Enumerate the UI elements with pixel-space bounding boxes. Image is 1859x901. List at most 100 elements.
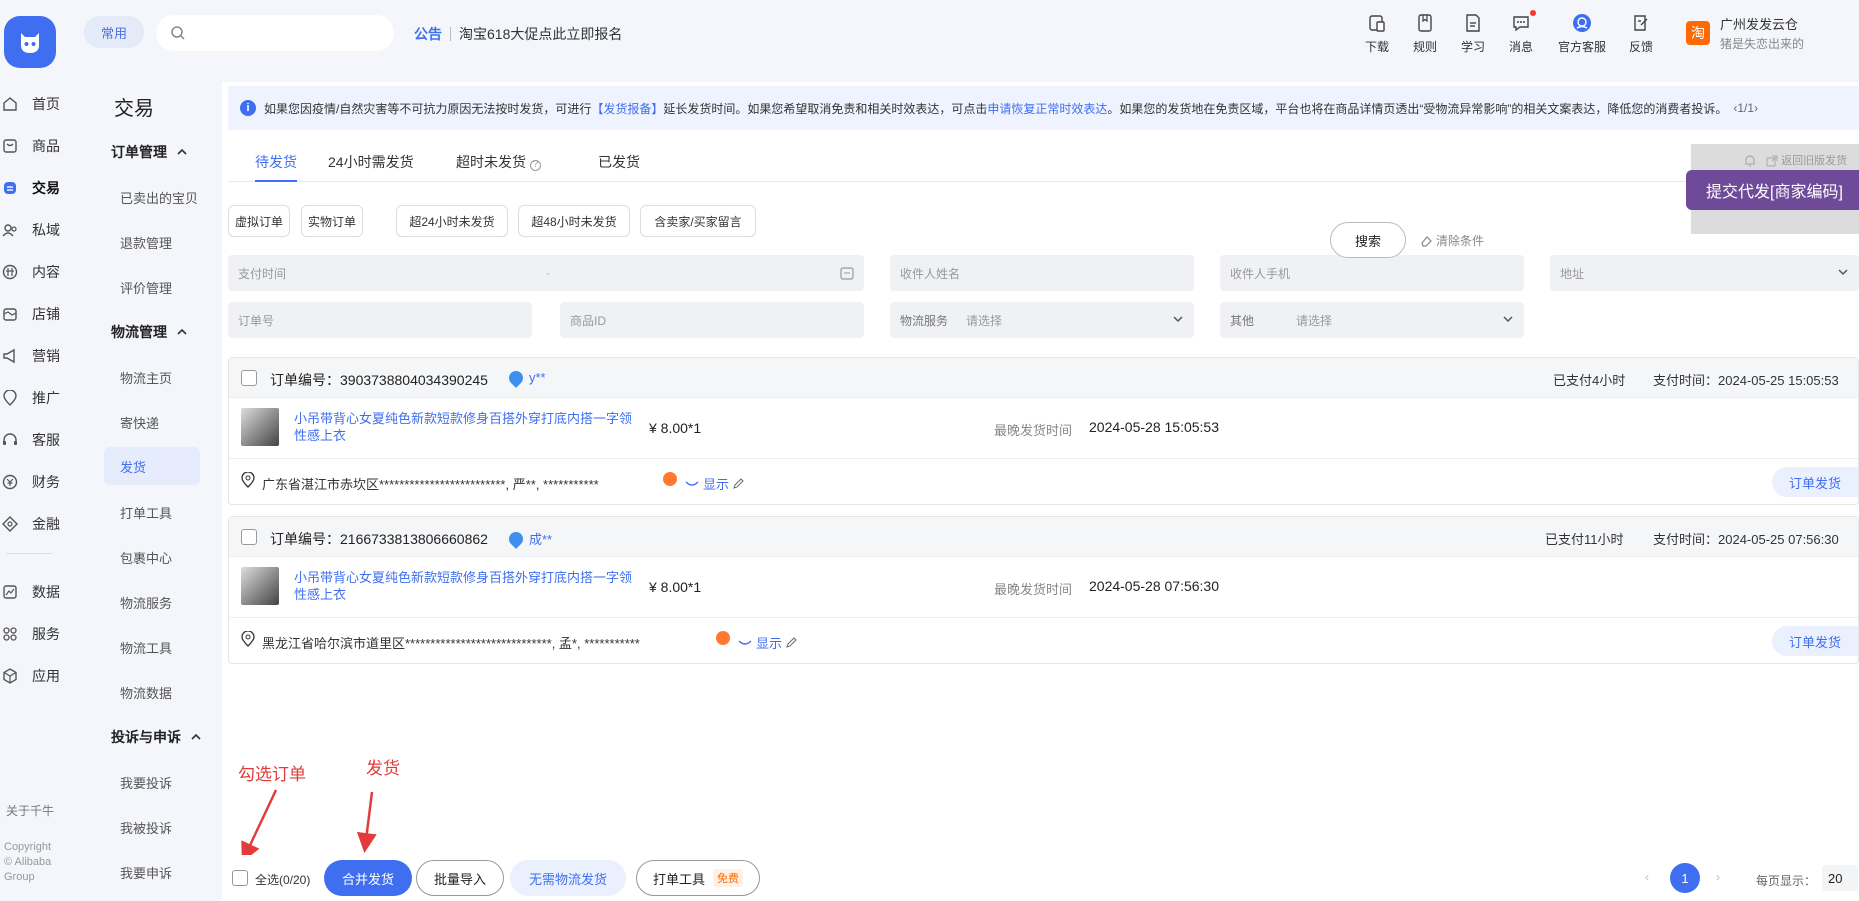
subnav-item-logistics-home[interactable]: 物流主页 <box>120 368 172 387</box>
banner-pager[interactable]: ‹1/1› <box>1733 101 1758 115</box>
rail-item-home[interactable]: 首页 <box>0 92 72 116</box>
tool-download[interactable]: 下载 <box>1352 12 1402 55</box>
rail-item-promote[interactable]: 推广 <box>0 386 72 410</box>
rail-item-customer-service[interactable]: 客服 <box>0 428 72 452</box>
prev-page-button[interactable]: ‹ <box>1645 870 1649 884</box>
calendar-icon <box>840 267 854 280</box>
status-tabs: 待发货 24小时需发货 超时未发货? 已发货 <box>228 142 1859 182</box>
subnav-item-send-express[interactable]: 寄快递 <box>120 413 159 432</box>
rail-item-goods[interactable]: 商品 <box>0 134 72 158</box>
order-checkbox[interactable] <box>241 370 257 386</box>
rail-item-shop[interactable]: 店铺 <box>0 302 72 326</box>
common-button[interactable]: 常用 <box>84 16 144 48</box>
rail-item-finance[interactable]: 财务 <box>0 470 72 494</box>
filter-chip-24h[interactable]: 超24小时未发货 <box>396 205 508 237</box>
receiver-name-field[interactable]: 收件人姓名 <box>890 255 1194 291</box>
subnav-group-logistics[interactable]: 物流管理 <box>111 322 187 342</box>
help-icon[interactable]: ? <box>530 159 541 171</box>
tab-overdue[interactable]: 超时未发货? <box>456 142 541 182</box>
merge-ship-button[interactable]: 合并发货 <box>324 860 412 896</box>
rules-icon <box>1418 14 1432 32</box>
global-search[interactable] <box>156 15 394 51</box>
order-ship-button[interactable]: 订单发货 <box>1772 467 1858 497</box>
subnav-item-appeal[interactable]: 我要申诉 <box>120 863 172 882</box>
order-no-field[interactable]: 订单号 <box>228 302 532 338</box>
buyer-link[interactable]: y** <box>506 367 546 388</box>
next-page-button[interactable]: › <box>1716 870 1720 884</box>
latest-ship-label: 最晚发货时间 <box>994 582 1073 597</box>
qianniu-logo-icon[interactable] <box>4 16 56 68</box>
subnav-item-file-complaint[interactable]: 我要投诉 <box>120 773 172 792</box>
tab-label: 超时未发货 <box>456 154 526 170</box>
tool-rules[interactable]: 规则 <box>1400 12 1450 55</box>
banner-link-report[interactable]: 【发货报备】 <box>591 100 663 117</box>
paid-duration: 已支付11小时 <box>1545 532 1624 547</box>
rail-item-trade[interactable]: 交易 <box>0 176 72 200</box>
subnav-group-orders[interactable]: 订单管理 <box>111 142 187 162</box>
search-input[interactable] <box>194 25 374 41</box>
submit-proxy-ship-button[interactable]: 提交代发[商家编码] <box>1686 170 1859 210</box>
filter-chip-48h[interactable]: 超48小时未发货 <box>518 205 630 237</box>
rail-item-apps[interactable]: 应用 <box>0 664 72 688</box>
order-ship-button[interactable]: 订单发货 <box>1772 626 1858 656</box>
tab-shipped[interactable]: 已发货 <box>598 142 640 182</box>
show-address-link[interactable]: 显示 <box>738 633 797 652</box>
banner-link-restore[interactable]: 申请恢复正常时效表达 <box>987 100 1107 117</box>
tool-feedback[interactable]: 反馈 <box>1616 12 1666 55</box>
subnav-item-refund[interactable]: 退款管理 <box>120 233 172 252</box>
notice-bar[interactable]: 公告 淘宝618大促点此立即报名 <box>414 24 622 44</box>
tool-study[interactable]: 学习 <box>1448 12 1498 55</box>
batch-import-button[interactable]: 批量导入 <box>416 860 504 896</box>
filter-chip-physical[interactable]: 实物订单 <box>301 205 363 237</box>
subnav-item-complained[interactable]: 我被投诉 <box>120 818 172 837</box>
rail-item-data[interactable]: 数据 <box>0 580 72 604</box>
show-address-link[interactable]: 显示 <box>685 474 744 493</box>
select-all-label[interactable]: 全选(0/20) <box>255 871 310 888</box>
rail-item-content[interactable]: 内容 <box>0 260 72 284</box>
filter-chip-virtual[interactable]: 虚拟订单 <box>228 205 290 237</box>
tab-24h[interactable]: 24小时需发货 <box>328 142 414 182</box>
subnav-item-ship[interactable]: 发货 <box>104 447 200 485</box>
subnav-item-review[interactable]: 评价管理 <box>120 278 172 297</box>
product-thumbnail[interactable] <box>241 408 279 446</box>
subnav-item-sold[interactable]: 已卖出的宝贝 <box>120 188 198 207</box>
filter-chip-messages[interactable]: 含卖家/买家留言 <box>640 205 756 237</box>
rail-item-marketing[interactable]: 营销 <box>0 344 72 368</box>
return-old-version[interactable]: 返回旧版发货 <box>1743 152 1847 168</box>
subnav-item-logistics-data[interactable]: 物流数据 <box>120 683 172 702</box>
rail-item-private[interactable]: 私域 <box>0 218 72 242</box>
product-title[interactable]: 小吊带背心女夏纯色新款短款修身百搭外穿打底内搭一字领性感上衣 <box>294 410 634 444</box>
search-button[interactable]: 搜索 <box>1330 222 1406 258</box>
product-thumbnail[interactable] <box>241 567 279 605</box>
rail-item-loan[interactable]: 金融 <box>0 512 72 536</box>
clear-filters-button[interactable]: 清除条件 <box>1420 232 1484 249</box>
logistics-service-select[interactable]: 物流服务 请选择 <box>890 302 1194 338</box>
receiver-phone-field[interactable]: 收件人手机 <box>1220 255 1524 291</box>
eye-closed-icon <box>738 640 752 645</box>
product-title[interactable]: 小吊带背心女夏纯色新款短款修身百搭外穿打底内搭一字领性感上衣 <box>294 569 634 603</box>
page-1-button[interactable]: 1 <box>1670 863 1700 893</box>
notice-text[interactable]: 淘宝618大促点此立即报名 <box>459 24 622 44</box>
product-id-field[interactable]: 商品ID <box>560 302 864 338</box>
shop-switcher[interactable]: 淘 广州发发云仓 猪是失恋出来的 <box>1686 14 1804 52</box>
tool-official-service[interactable]: 官方客服 <box>1556 12 1608 55</box>
no-logistics-ship-button[interactable]: 无需物流发货 <box>510 860 626 896</box>
buyer-name: 成** <box>529 532 553 547</box>
pay-time-range[interactable]: 支付时间 - <box>228 255 864 291</box>
other-select[interactable]: 其他 请选择 <box>1220 302 1524 338</box>
tool-message[interactable]: 消息 <box>1496 10 1546 55</box>
buyer-link[interactable]: 成** <box>506 528 553 549</box>
rail-item-services[interactable]: 服务 <box>0 622 72 646</box>
subnav-item-print-tool[interactable]: 打单工具 <box>120 503 172 522</box>
subnav-item-logistics-tool[interactable]: 物流工具 <box>120 638 172 657</box>
about-link[interactable]: 关于千牛 <box>6 802 54 819</box>
subnav-item-package-center[interactable]: 包裹中心 <box>120 548 172 567</box>
per-page-select[interactable]: 20 <box>1822 865 1858 891</box>
order-checkbox[interactable] <box>241 529 257 545</box>
tab-pending[interactable]: 待发货 <box>255 142 297 182</box>
subnav-group-complaints[interactable]: 投诉与申诉 <box>111 727 201 747</box>
address-select[interactable]: 地址 <box>1550 255 1859 291</box>
select-all-checkbox[interactable] <box>232 870 248 886</box>
subnav-item-logistics-service[interactable]: 物流服务 <box>120 593 172 612</box>
print-tool-button[interactable]: 打单工具 免费 <box>636 860 760 896</box>
